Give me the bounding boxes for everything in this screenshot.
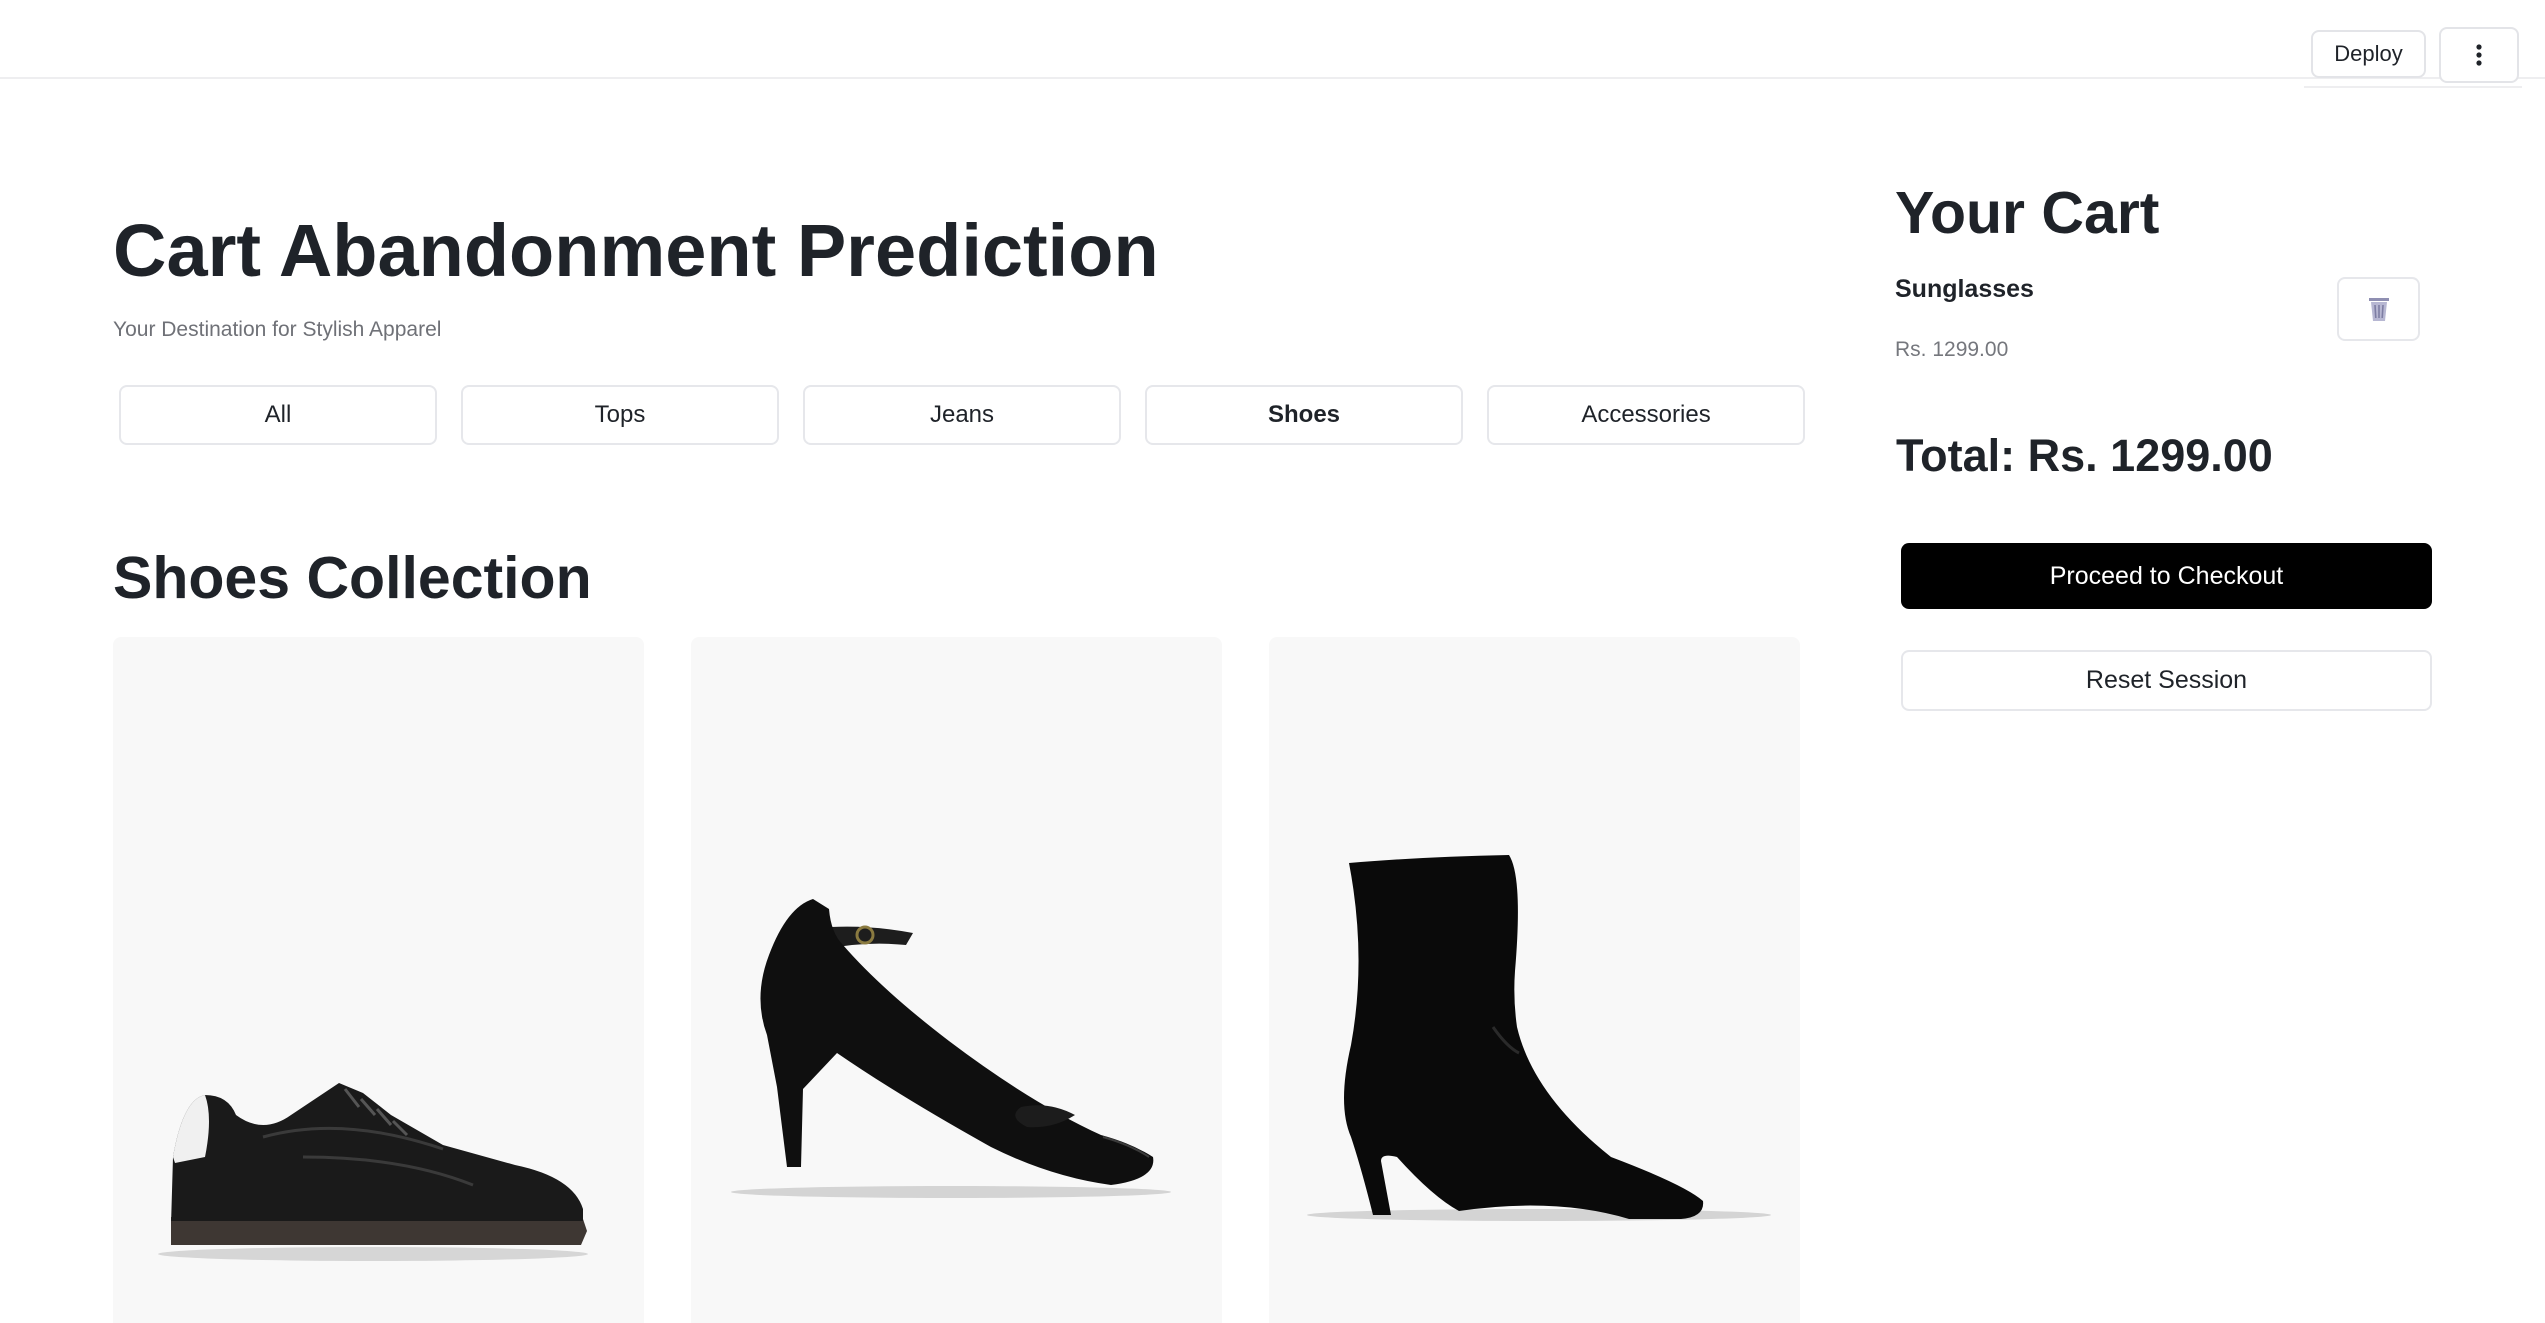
proceed-to-checkout-button[interactable]: Proceed to Checkout bbox=[1901, 543, 2432, 609]
black-suede-ankle-boot-image bbox=[1307, 855, 1771, 1221]
collection-title: Shoes Collection bbox=[113, 545, 592, 611]
trash-icon bbox=[2368, 298, 2389, 321]
cart-title: Your Cart bbox=[1895, 180, 2160, 246]
cart-item-price: Rs. 1299.00 bbox=[1895, 338, 2009, 361]
remove-item-button[interactable] bbox=[2337, 277, 2420, 341]
category-button-jeans[interactable]: Jeans bbox=[803, 385, 1121, 445]
page-title: Cart Abandonment Prediction bbox=[113, 209, 1159, 292]
product-card[interactable] bbox=[1269, 637, 1800, 1323]
top-toolbar bbox=[0, 0, 2545, 79]
black-sneaker-image bbox=[158, 1083, 588, 1261]
deploy-button[interactable]: Deploy bbox=[2311, 30, 2426, 78]
black-patent-heel-image bbox=[731, 899, 1171, 1198]
category-button-shoes[interactable]: Shoes bbox=[1145, 385, 1463, 445]
vertical-ellipsis-icon bbox=[2476, 44, 2482, 66]
reset-session-button[interactable]: Reset Session bbox=[1901, 650, 2432, 711]
category-button-tops[interactable]: Tops bbox=[461, 385, 779, 445]
toolbar-divider bbox=[2304, 86, 2522, 88]
product-card[interactable] bbox=[113, 637, 644, 1323]
product-card[interactable] bbox=[691, 637, 1222, 1323]
cart-total: Total: Rs. 1299.00 bbox=[1896, 430, 2273, 481]
page-subtitle: Your Destination for Stylish Apparel bbox=[113, 318, 442, 341]
category-button-all[interactable]: All bbox=[119, 385, 437, 445]
category-button-accessories[interactable]: Accessories bbox=[1487, 385, 1805, 445]
main-menu-button[interactable] bbox=[2439, 27, 2519, 83]
cart-item-name: Sunglasses bbox=[1895, 275, 2034, 303]
